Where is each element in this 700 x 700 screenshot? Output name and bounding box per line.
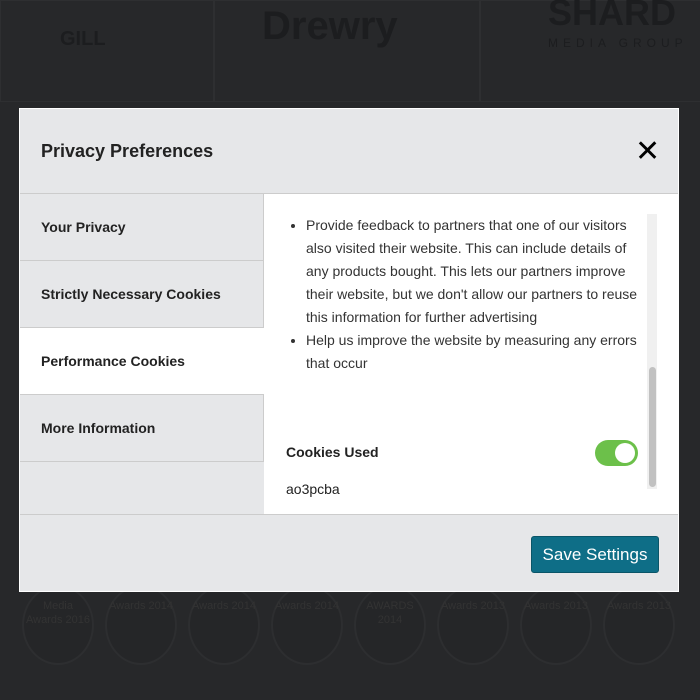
sidebar-item-your-privacy[interactable]: Your Privacy — [20, 194, 264, 261]
award-badge: Media Awards 2016 — [22, 585, 94, 665]
close-icon[interactable]: ✕ — [635, 137, 660, 167]
bullet-list: Provide feedback to partners that one of… — [264, 214, 641, 375]
award-badge: Awards 2014 — [105, 585, 177, 665]
logo-drewry: Drewry — [262, 4, 398, 48]
sidebar-item-performance-cookies[interactable]: Performance Cookies — [20, 328, 264, 395]
list-item: Help us improve the website by measuring… — [306, 329, 641, 375]
save-settings-button[interactable]: Save Settings — [531, 536, 659, 573]
modal-title: Privacy Preferences — [41, 141, 214, 161]
logo-cell — [0, 0, 215, 102]
award-badge: Awards 2013 — [437, 585, 509, 665]
logo-gill: GILL — [60, 28, 106, 50]
cookie-name: ao3pcba — [286, 481, 340, 497]
award-badge: Awards 2014 — [188, 585, 260, 665]
award-badge: AWARDS 2014 — [354, 585, 426, 665]
logo-shard-sub: MEDIA GROUP — [548, 36, 688, 50]
cookies-toggle[interactable] — [595, 440, 638, 466]
modal-footer: Save Settings — [20, 514, 678, 593]
content-panel: Provide feedback to partners that one of… — [264, 194, 678, 514]
toggle-knob — [615, 443, 635, 463]
award-badge: Awards 2014 — [271, 585, 343, 665]
modal-header: Privacy Preferences ✕ — [20, 109, 678, 194]
list-item: Provide feedback to partners that one of… — [306, 214, 641, 329]
privacy-preferences-modal: Privacy Preferences ✕ Your Privacy Stric… — [19, 108, 679, 592]
logo-shard: SHARD — [548, 0, 677, 33]
award-badge: Awards 2013 — [520, 585, 592, 665]
scrollbar-thumb[interactable] — [649, 367, 656, 487]
sidebar-item-more-information[interactable]: More Information — [20, 395, 264, 462]
award-badge: Awards 2013 — [603, 585, 675, 665]
cookies-used-label: Cookies Used — [286, 444, 379, 460]
sidebar: Your Privacy Strictly Necessary Cookies … — [20, 194, 264, 514]
sidebar-item-strictly-necessary[interactable]: Strictly Necessary Cookies — [20, 261, 264, 328]
